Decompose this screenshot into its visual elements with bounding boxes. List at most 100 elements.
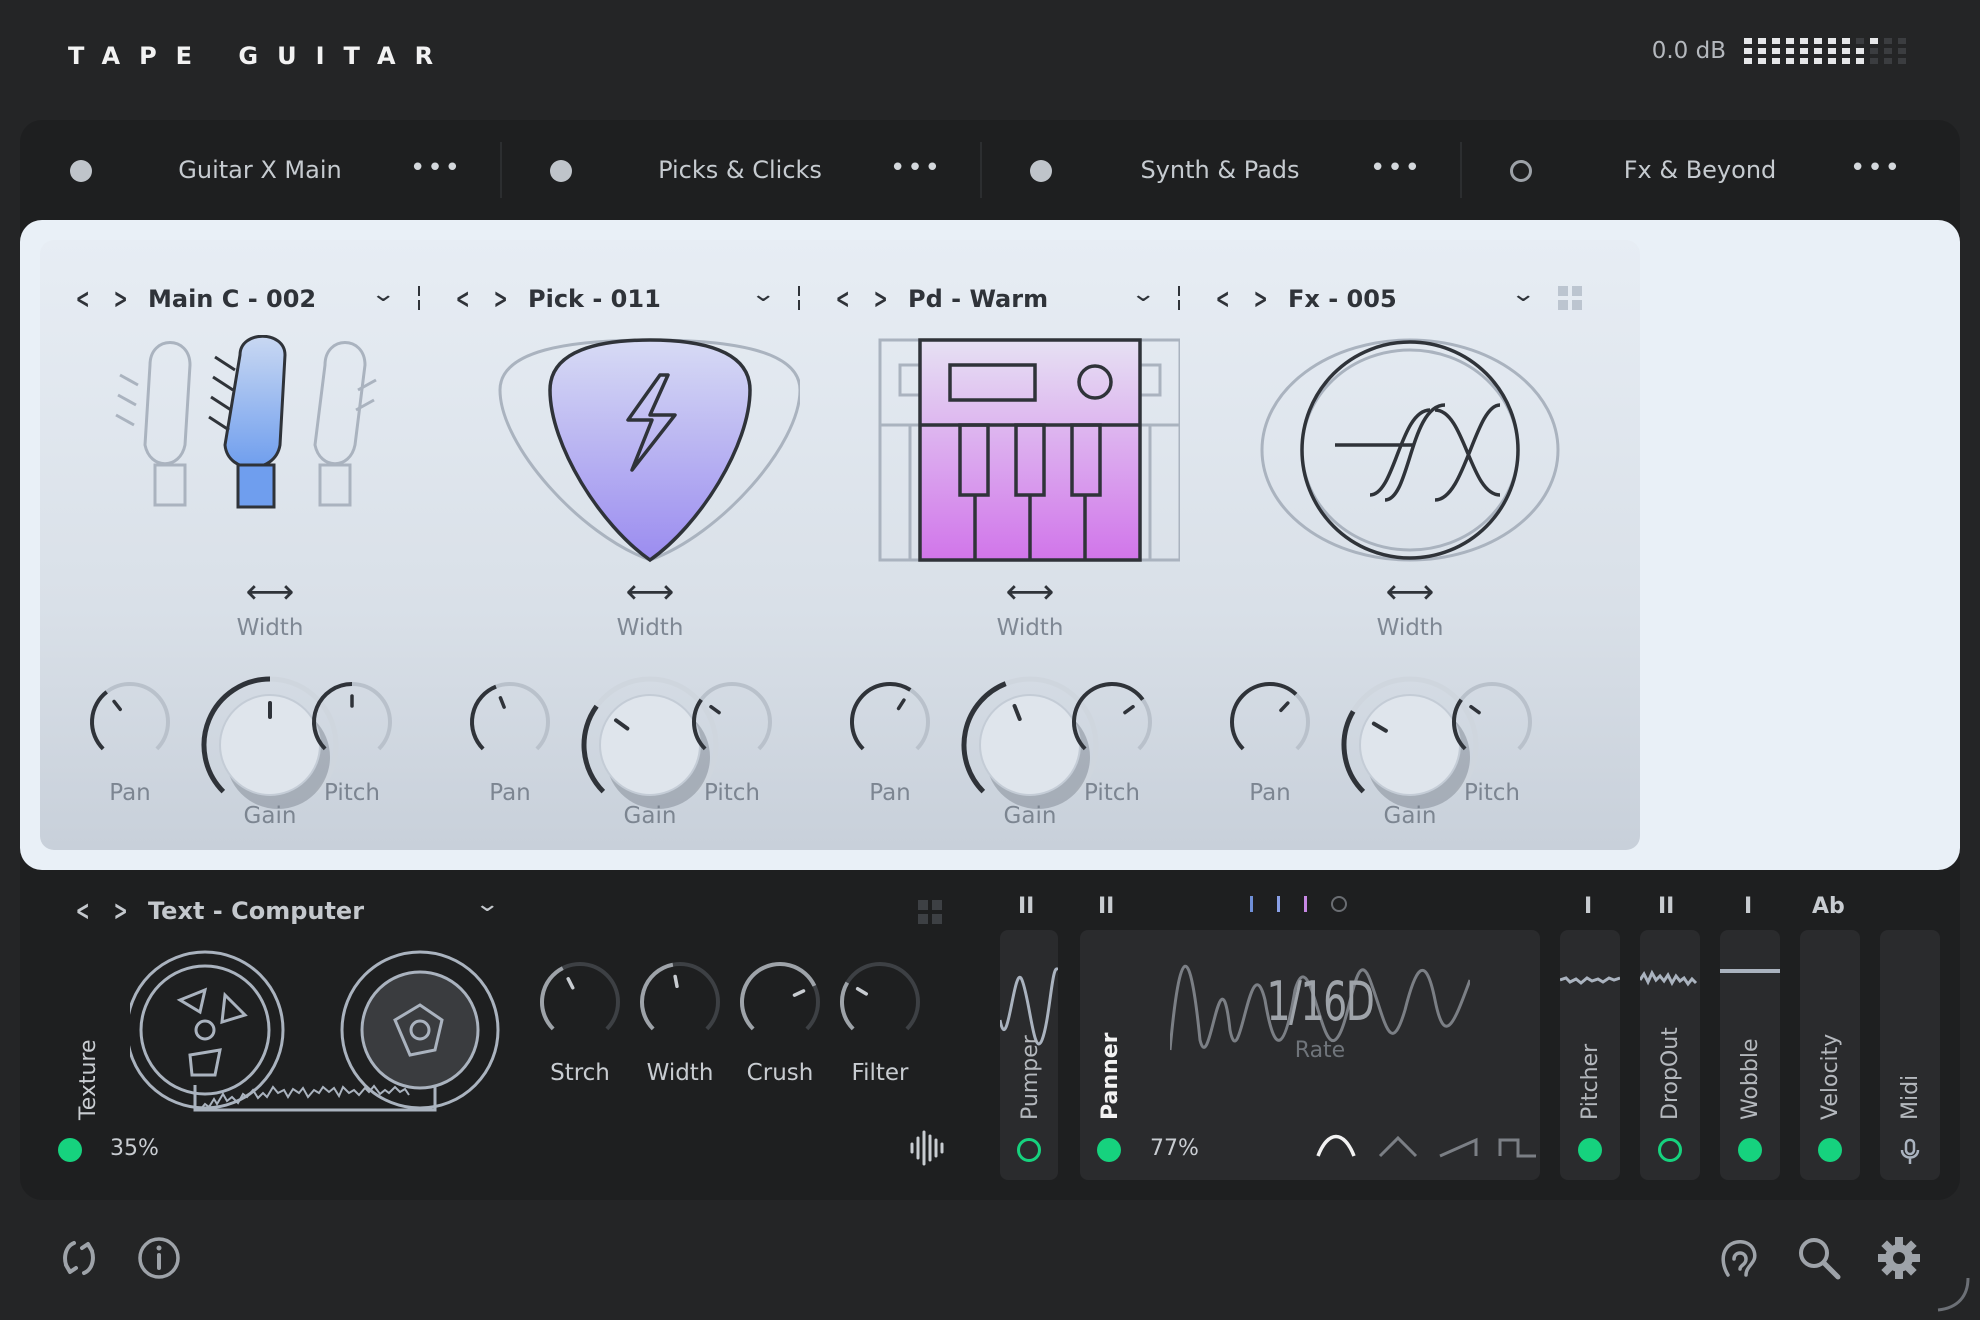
pumper-power-toggle[interactable] bbox=[1017, 1138, 1041, 1162]
meter-segment bbox=[1828, 48, 1836, 54]
refresh-icon[interactable] bbox=[56, 1235, 102, 1281]
meter-segment bbox=[1758, 58, 1766, 64]
gear-icon[interactable] bbox=[1876, 1235, 1922, 1281]
slot-tab-2[interactable]: Picks & Clicks ••• bbox=[500, 120, 980, 220]
knob-graphic bbox=[840, 962, 920, 1031]
card-2-preset-name[interactable]: Pick - 011 bbox=[528, 285, 661, 313]
slot-tab-1[interactable]: Guitar X Main ••• bbox=[20, 120, 500, 220]
filter-label: Filter bbox=[851, 1060, 909, 1086]
card-1-pitch-knob[interactable]: Pitch bbox=[310, 680, 394, 806]
next-preset-icon[interactable]: > bbox=[114, 897, 137, 925]
info-icon[interactable] bbox=[136, 1235, 182, 1281]
meter-segment bbox=[1870, 58, 1878, 64]
slot-tab-bar: Guitar X Main ••• Picks & Clicks ••• Syn… bbox=[20, 120, 1960, 220]
slot-4-more-icon[interactable]: ••• bbox=[1850, 155, 1902, 181]
tape-reels-icon[interactable] bbox=[130, 950, 530, 1120]
knob-graphic bbox=[1072, 682, 1152, 751]
card-2-pitch-knob[interactable]: Pitch bbox=[690, 680, 774, 806]
card-2-header: < > Pick - 011 ⌄ bbox=[448, 282, 852, 316]
card-1-pan-knob[interactable]: Pan bbox=[88, 680, 172, 806]
app-title: TAPE GUITAR bbox=[68, 42, 453, 70]
card-4-pitch-knob[interactable]: Pitch bbox=[1450, 680, 1534, 806]
prev-preset-icon[interactable]: < bbox=[76, 897, 99, 925]
slot-2-more-icon[interactable]: ••• bbox=[890, 155, 942, 181]
card-4-pan-knob[interactable]: Pan bbox=[1228, 680, 1312, 806]
wobble-power-toggle[interactable] bbox=[1738, 1138, 1762, 1162]
next-preset-icon[interactable]: > bbox=[1254, 285, 1277, 313]
crush-knob[interactable]: Crush bbox=[738, 960, 822, 1086]
prev-preset-icon[interactable]: < bbox=[836, 285, 859, 313]
waveform-icon[interactable] bbox=[908, 1128, 948, 1168]
knob-graphic bbox=[850, 682, 930, 751]
chevron-down-icon[interactable]: ⌄ bbox=[370, 282, 396, 307]
filter-knob[interactable]: Filter bbox=[838, 960, 922, 1086]
output-level-meter bbox=[1744, 38, 1910, 64]
step-marker bbox=[1250, 896, 1253, 912]
tape-preset-name[interactable]: Text - Computer bbox=[148, 897, 364, 925]
microphone-icon[interactable] bbox=[1898, 1138, 1922, 1166]
next-preset-icon[interactable]: > bbox=[114, 285, 137, 313]
meter-segment bbox=[1870, 38, 1878, 44]
slot-tab-4[interactable]: Fx & Beyond ••• bbox=[1460, 120, 1940, 220]
card-1-preset-name[interactable]: Main C - 002 bbox=[148, 285, 316, 313]
prev-preset-icon[interactable]: < bbox=[76, 285, 99, 313]
prev-preset-icon[interactable]: < bbox=[456, 285, 479, 313]
pitcher-power-toggle[interactable] bbox=[1578, 1138, 1602, 1162]
panner-label: Panner bbox=[1098, 1032, 1123, 1120]
slot-1-more-icon[interactable]: ••• bbox=[410, 155, 462, 181]
meter-segment bbox=[1828, 38, 1836, 44]
wobble-wave-icon bbox=[1720, 969, 1780, 973]
slot-3-more-icon[interactable]: ••• bbox=[1370, 155, 1422, 181]
chevron-down-icon[interactable]: ⌄ bbox=[750, 282, 776, 307]
card-3-pan-knob[interactable]: Pan bbox=[848, 680, 932, 806]
guitar-headstock-icon bbox=[115, 335, 377, 509]
velocity-power-toggle[interactable] bbox=[1818, 1138, 1842, 1162]
saw-shape-icon[interactable] bbox=[1438, 1134, 1478, 1160]
meter-segment bbox=[1856, 38, 1864, 44]
dropout-power-toggle[interactable] bbox=[1658, 1138, 1682, 1162]
search-icon[interactable] bbox=[1796, 1235, 1842, 1281]
triangle-shape-icon[interactable] bbox=[1378, 1134, 1418, 1160]
strch-knob[interactable]: Strch bbox=[538, 960, 622, 1086]
texture-power-toggle[interactable] bbox=[58, 1138, 82, 1162]
resize-handle-icon[interactable] bbox=[1934, 1276, 1970, 1312]
chevron-down-icon[interactable]: ⌄ bbox=[474, 892, 500, 917]
pitcher-wave-icon bbox=[1560, 976, 1620, 985]
step-marker-empty bbox=[1331, 896, 1347, 912]
card-4-width-control[interactable]: ⟷ Width bbox=[1180, 575, 1640, 641]
panner-power-toggle[interactable] bbox=[1097, 1138, 1121, 1162]
card-3-pitch-knob[interactable]: Pitch bbox=[1070, 680, 1154, 806]
panner-rate-label: Rate bbox=[1294, 1038, 1346, 1063]
card-4-gain-label: Gain bbox=[1383, 803, 1437, 829]
meter-segment bbox=[1744, 38, 1752, 44]
card-3-preset-name[interactable]: Pd - Warm bbox=[908, 285, 1048, 313]
wobble-tag: I bbox=[1744, 894, 1753, 919]
meter-segment bbox=[1800, 58, 1808, 64]
next-preset-icon[interactable]: > bbox=[494, 285, 517, 313]
meter-segment bbox=[1842, 38, 1850, 44]
slot-card-4: < > Fx - 005 ⌄ ⟷ Width Pan Gain Pitch bbox=[1180, 240, 1640, 850]
ear-icon[interactable] bbox=[1716, 1235, 1762, 1281]
card-2-pan-knob[interactable]: Pan bbox=[468, 680, 552, 806]
square-shape-icon[interactable] bbox=[1498, 1134, 1538, 1160]
card-4-preset-name[interactable]: Fx - 005 bbox=[1288, 285, 1397, 313]
meter-segment bbox=[1842, 48, 1850, 54]
panner-rate-value[interactable]: 1/16D bbox=[1215, 970, 1425, 1033]
grid-menu-icon[interactable] bbox=[918, 900, 942, 924]
next-preset-icon[interactable]: > bbox=[874, 285, 897, 313]
prev-preset-icon[interactable]: < bbox=[1216, 285, 1239, 313]
output-level-readout: 0.0 dB bbox=[1651, 38, 1726, 64]
width-knob[interactable]: Width bbox=[638, 960, 722, 1086]
card-3-header: < > Pd - Warm ⌄ bbox=[828, 282, 1232, 316]
meter-segment bbox=[1814, 38, 1822, 44]
fx-globe-icon bbox=[1260, 338, 1560, 562]
grid-menu-icon[interactable] bbox=[1558, 286, 1582, 310]
slot-tab-3[interactable]: Synth & Pads ••• bbox=[980, 120, 1460, 220]
knob-graphic bbox=[90, 682, 170, 751]
wobble-label: Wobble bbox=[1738, 1038, 1763, 1120]
chevron-down-icon[interactable]: ⌄ bbox=[1510, 282, 1536, 307]
sine-shape-icon[interactable] bbox=[1316, 1134, 1356, 1160]
slot-cards-area: < > Main C - 002 ⌄ ⟷ Width Pan Gain Pitc… bbox=[20, 220, 1960, 870]
chevron-down-icon[interactable]: ⌄ bbox=[1130, 282, 1156, 307]
guitar-pick-icon bbox=[498, 338, 802, 563]
